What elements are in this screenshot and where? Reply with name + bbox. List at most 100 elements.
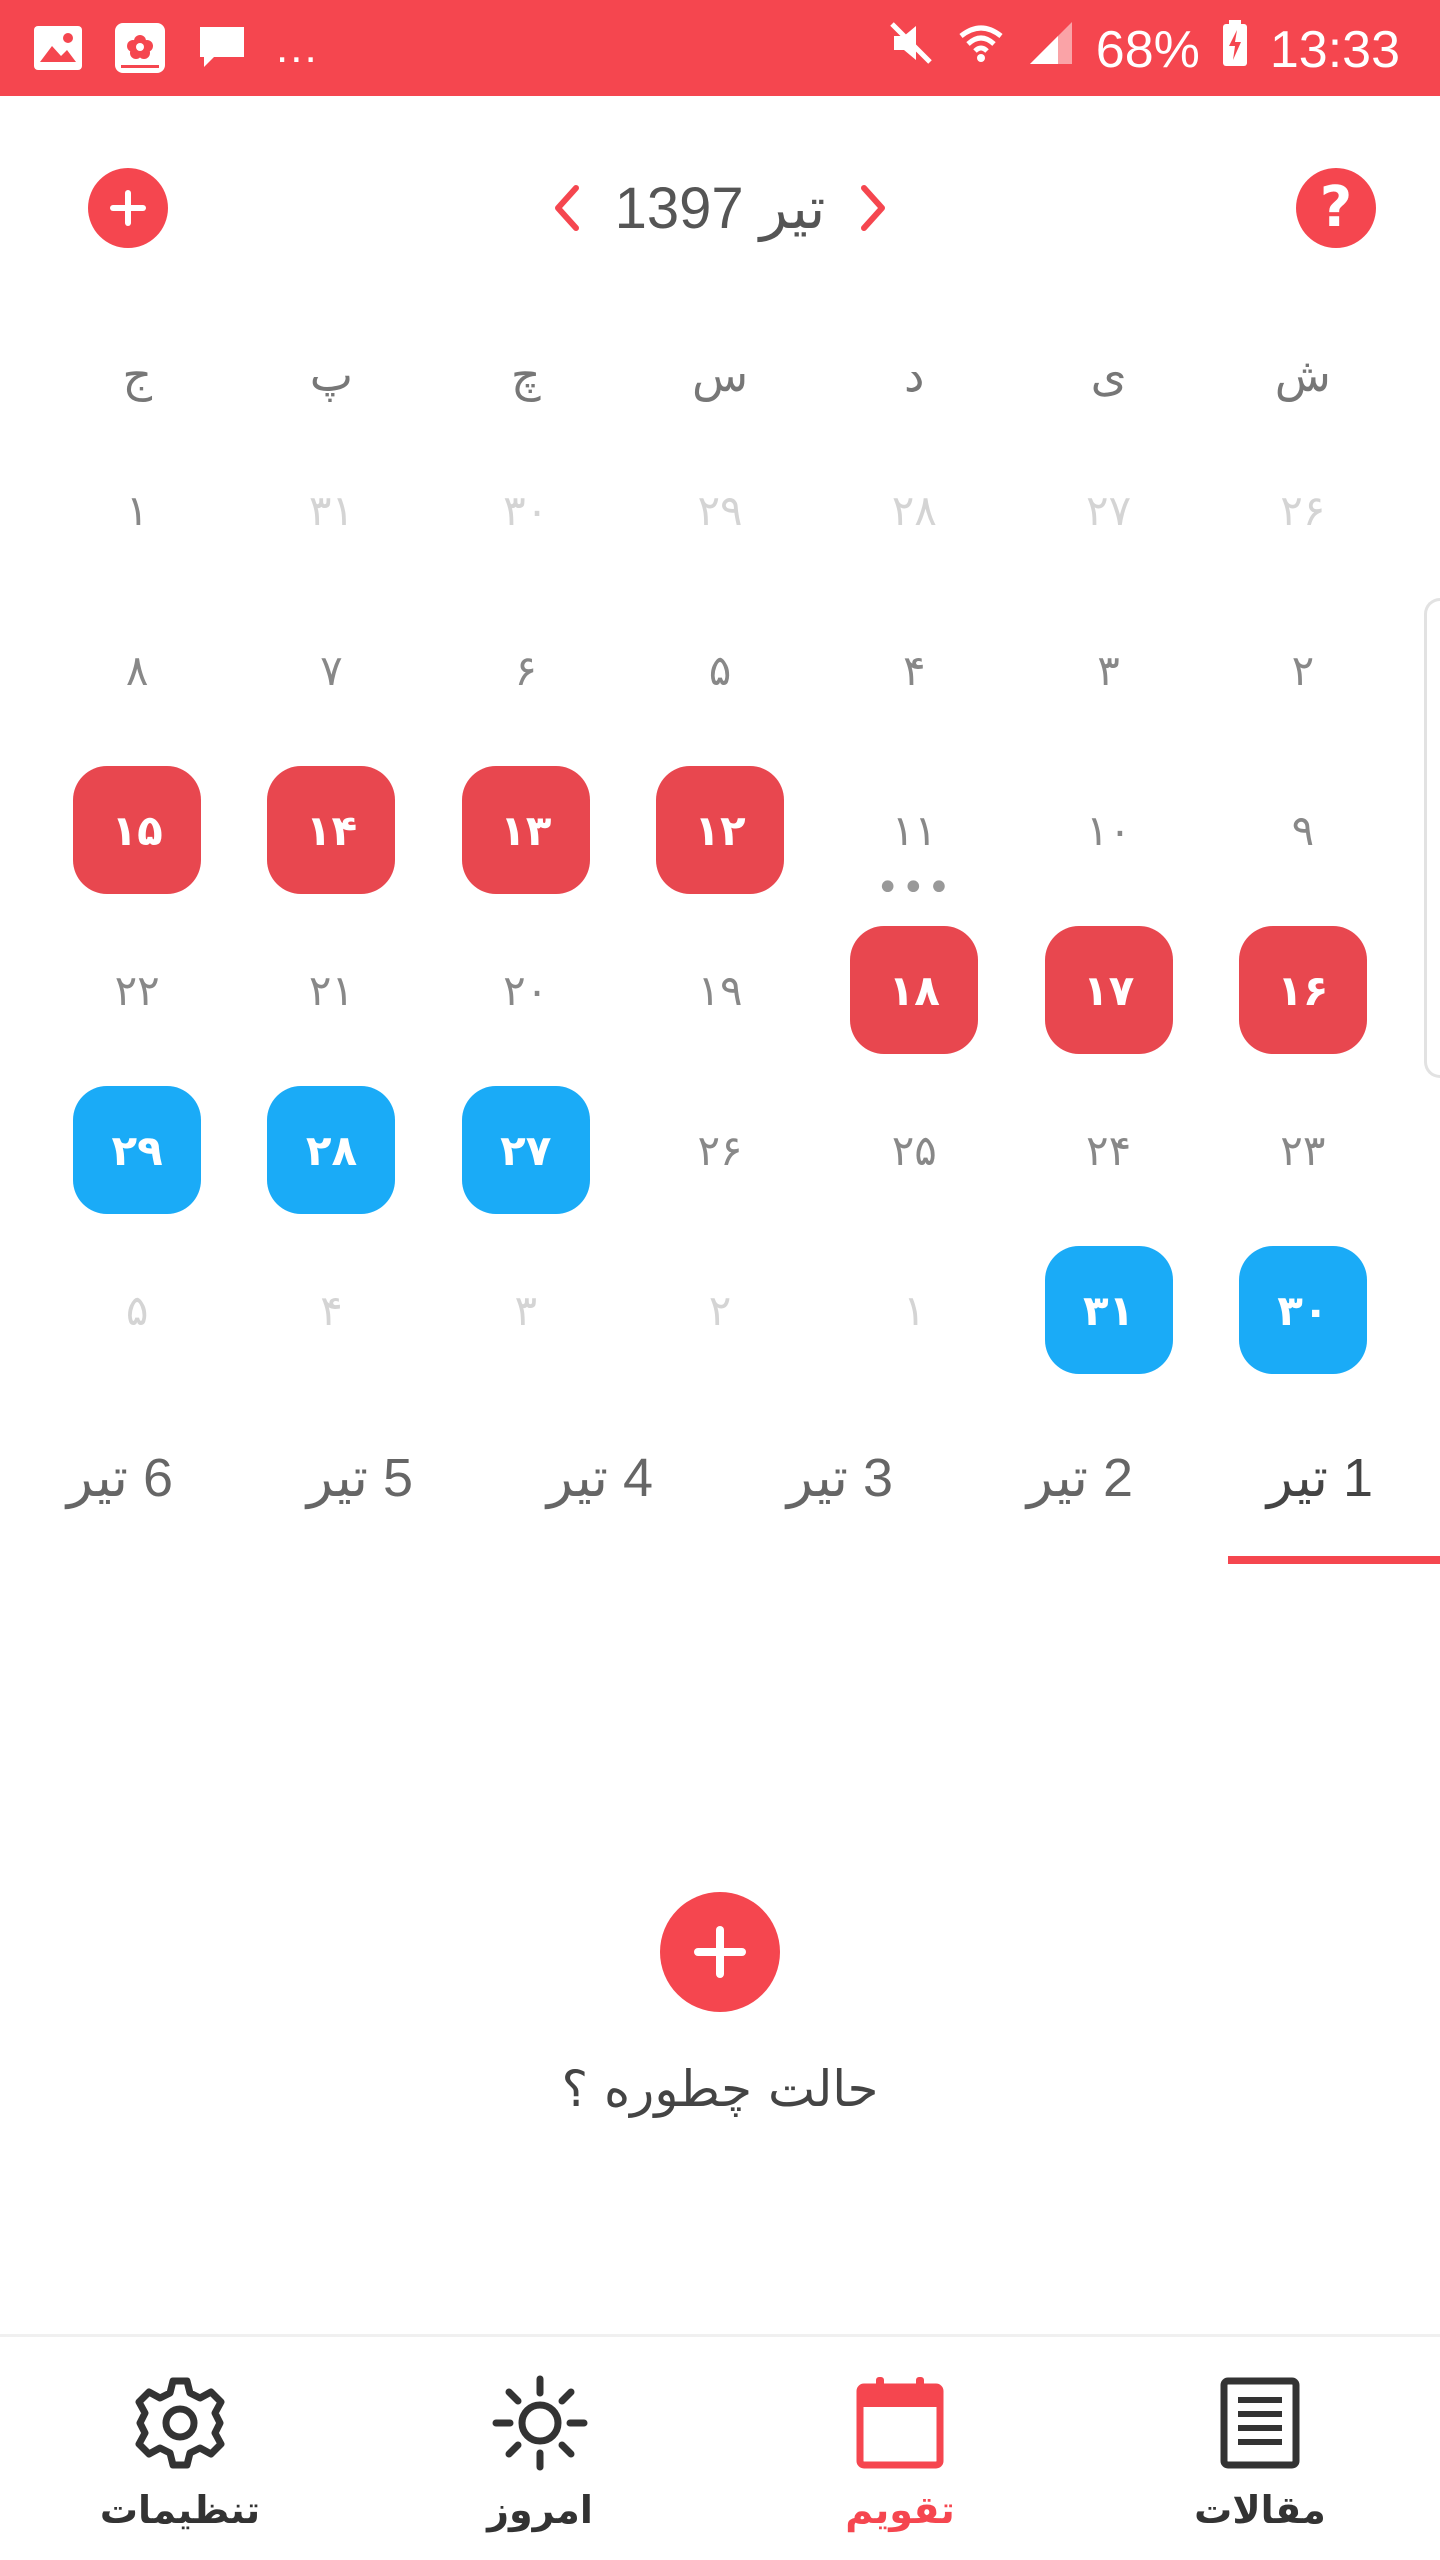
day-cell[interactable]: ۲۹ <box>40 1070 234 1230</box>
mute-icon <box>886 18 936 81</box>
day-cell[interactable]: ۲۸ <box>817 430 1011 590</box>
nav-calendar[interactable]: تقویم <box>720 2337 1080 2560</box>
day-cell[interactable]: ۳ <box>429 1230 623 1390</box>
weekday-label: ش <box>1274 348 1331 402</box>
day-cell[interactable]: ۲۰ <box>429 910 623 1070</box>
week-row: ۲۶ ۲۷ ۲۸ ۲۹ ۳۰ ۳۱ ۱ <box>40 430 1400 590</box>
message-icon <box>194 20 250 76</box>
day-cell[interactable]: ۲۶ <box>1206 430 1400 590</box>
day-number: ۲۶ <box>1280 485 1326 535</box>
day-tabs: 1 تیر 2 تیر 3 تیر 4 تیر 5 تیر 6 تیر <box>0 1412 1440 1562</box>
question-icon: ? <box>1319 175 1353 240</box>
chevron-left-icon[interactable] <box>545 178 589 238</box>
tab-day-1[interactable]: 1 تیر <box>1200 1412 1440 1542</box>
day-number: ۱۷ <box>1044 926 1173 1054</box>
day-cell[interactable]: ۸ <box>40 590 234 750</box>
day-number: ۱۶ <box>1238 926 1367 1054</box>
day-cell[interactable]: ۱۸ <box>817 910 1011 1070</box>
event-dots-indicator: ••• <box>875 865 953 911</box>
day-cell[interactable]: ۵ <box>623 590 817 750</box>
day-number: ۲۶ <box>697 1125 743 1175</box>
tab-day-4[interactable]: 4 تیر <box>480 1412 720 1542</box>
week-row: ۲۳ ۲۴ ۲۵ ۲۶ ۲۷ ۲۸ ۲۹ <box>40 1070 1400 1230</box>
day-cell[interactable]: ۲۸ <box>234 1070 428 1230</box>
month-title: تیر 1397 <box>614 176 826 241</box>
day-cell[interactable]: ۲۷ <box>429 1070 623 1230</box>
day-number: ۷ <box>320 645 343 695</box>
active-tab-indicator <box>1228 1556 1440 1564</box>
day-number: ۲۰ <box>503 965 549 1015</box>
day-cell[interactable]: ۳۱ <box>234 430 428 590</box>
day-cell[interactable]: ۵ <box>40 1230 234 1390</box>
day-number: ۱ <box>903 1285 926 1335</box>
battery-charging-icon <box>1220 18 1250 81</box>
day-cell[interactable]: ۱۳ <box>429 750 623 910</box>
day-cell[interactable]: ۱۵ <box>40 750 234 910</box>
day-number: ۶ <box>514 645 538 695</box>
day-cell[interactable]: ۱۴ <box>234 750 428 910</box>
day-cell[interactable]: ۲۱ <box>234 910 428 1070</box>
day-cell[interactable]: ۶ <box>429 590 623 750</box>
day-cell[interactable]: ۱۱ ••• <box>817 750 1011 910</box>
help-button[interactable]: ? <box>1296 168 1376 248</box>
day-cell[interactable]: ۲ <box>1206 590 1400 750</box>
signal-icon <box>1026 18 1076 81</box>
nav-today[interactable]: امروز <box>360 2337 720 2560</box>
tab-day-6[interactable]: 6 تیر <box>0 1412 240 1542</box>
week-row: ۱۶ ۱۷ ۱۸ ۱۹ ۲۰ ۲۱ ۲۲ <box>40 910 1400 1070</box>
calendar-icon <box>845 2368 955 2478</box>
nav-settings[interactable]: تنظیمات <box>0 2337 360 2560</box>
add-mood-button[interactable] <box>660 1892 780 2012</box>
day-number: ۱۹ <box>697 965 743 1015</box>
day-number: ۲۵ <box>891 1125 937 1175</box>
plus-icon <box>694 1926 746 1978</box>
day-number: ۲۹ <box>73 1086 202 1214</box>
day-cell[interactable]: ۱۰ <box>1011 750 1205 910</box>
day-cell[interactable]: ۲۲ <box>40 910 234 1070</box>
day-cell[interactable]: ۱ <box>817 1230 1011 1390</box>
day-cell[interactable]: ۱۶ <box>1206 910 1400 1070</box>
day-cell[interactable]: ۲۳ <box>1206 1070 1400 1230</box>
nav-articles[interactable]: مقالات <box>1080 2337 1440 2560</box>
side-scroll-handle[interactable] <box>1424 598 1440 1078</box>
day-cell[interactable]: ۳۰ <box>429 430 623 590</box>
day-cell[interactable]: ۲۹ <box>623 430 817 590</box>
day-number: ۱۲ <box>656 766 785 894</box>
day-cell[interactable]: ۹ <box>1206 750 1400 910</box>
weekday-header: ش ی د س چ پ ج <box>40 320 1400 430</box>
day-number: ۱۰ <box>1086 805 1132 855</box>
week-row: ۳۰ ۳۱ ۱ ۲ ۳ ۴ ۵ <box>40 1230 1400 1390</box>
bottom-navigation: مقالات تقویم امروز تنظیمات <box>0 2334 1440 2560</box>
day-cell[interactable]: ۳ <box>1011 590 1205 750</box>
day-number: ۳۱ <box>1044 1246 1173 1374</box>
nav-label: تقویم <box>845 2488 955 2532</box>
day-cell[interactable]: ۳۰ <box>1206 1230 1400 1390</box>
day-cell[interactable]: ۳۱ <box>1011 1230 1205 1390</box>
day-cell[interactable]: ۷ <box>234 590 428 750</box>
day-cell[interactable]: ۱۲ <box>623 750 817 910</box>
add-entry-button[interactable] <box>88 168 168 248</box>
plus-icon <box>110 190 146 226</box>
day-number: ۳ <box>514 1285 538 1335</box>
day-number: ۲۳ <box>1280 1125 1326 1175</box>
day-cell[interactable]: ۲۴ <box>1011 1070 1205 1230</box>
tab-day-2[interactable]: 2 تیر <box>960 1412 1200 1542</box>
articles-icon <box>1205 2368 1315 2478</box>
chevron-right-icon[interactable] <box>851 178 895 238</box>
day-cell[interactable]: ۱ <box>40 430 234 590</box>
day-cell[interactable]: ۴ <box>817 590 1011 750</box>
day-number: ۳۰ <box>503 485 549 535</box>
mood-prompt: حالت چطوره ؟ <box>561 2060 879 2118</box>
tab-day-3[interactable]: 3 تیر <box>720 1412 960 1542</box>
clock: 13:33 <box>1269 20 1400 79</box>
day-cell[interactable]: ۱۹ <box>623 910 817 1070</box>
day-cell[interactable]: ۱۷ <box>1011 910 1205 1070</box>
day-number: ۲۸ <box>891 485 937 535</box>
day-cell[interactable]: ۲۶ <box>623 1070 817 1230</box>
day-cell[interactable]: ۲ <box>623 1230 817 1390</box>
day-cell[interactable]: ۲۵ <box>817 1070 1011 1230</box>
day-number: ۱۱ <box>891 805 937 855</box>
day-cell[interactable]: ۴ <box>234 1230 428 1390</box>
tab-day-5[interactable]: 5 تیر <box>240 1412 480 1542</box>
day-cell[interactable]: ۲۷ <box>1011 430 1205 590</box>
